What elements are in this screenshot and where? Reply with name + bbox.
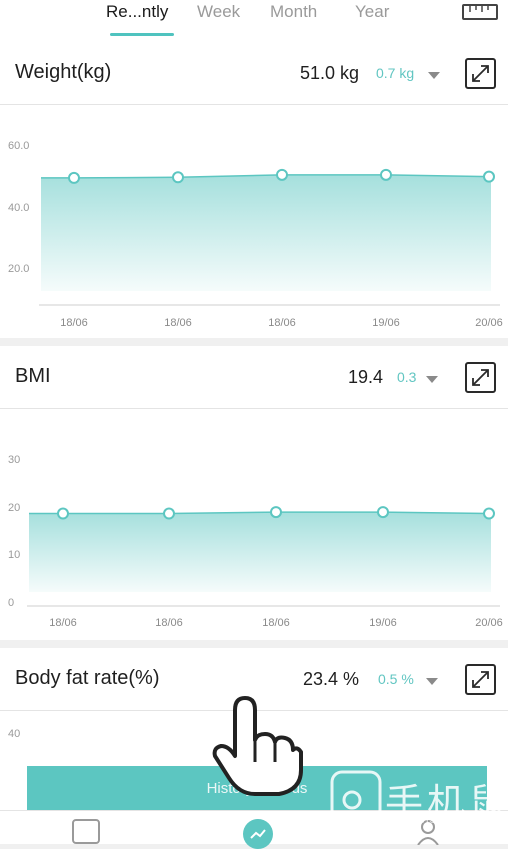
x-tick-label: 18/06: [49, 617, 77, 629]
bmi-title: BMI: [15, 365, 51, 387]
weight-chart: 20.0 40.0 60.0 18/06 18/06 18/06 19/06 20/06: [0, 104, 508, 338]
period-tabs: Re...ntly Week Month Year: [0, 0, 508, 43]
y-tick-label: 60.0: [8, 140, 29, 152]
body-fat-delta: 0.5 %: [378, 671, 414, 687]
weight-chart-svg: 20.0 40.0 60.0 18/06 18/06 18/06 19/06 20/06: [8, 140, 503, 329]
chevron-down-icon[interactable]: [426, 376, 438, 383]
y-tick-label: 30: [8, 454, 20, 466]
bmi-chart: 0 10 20 30 18/06 18/06 18/06 19/06 20/06: [0, 408, 508, 640]
expand-icon[interactable]: [465, 664, 496, 695]
data-point: [377, 506, 389, 519]
data-point: [380, 168, 392, 181]
bmi-card-header: BMI 19.4 0.3: [0, 346, 508, 409]
y-tick-label: 40: [8, 728, 20, 740]
data-point: [68, 171, 80, 184]
x-tick-label: 19/06: [369, 617, 397, 629]
expand-icon[interactable]: [465, 58, 496, 89]
weight-value: 51.0 kg: [300, 63, 360, 83]
y-tick-label: 40.0: [8, 202, 29, 214]
scale-icon[interactable]: [72, 819, 100, 844]
x-tick-label: 18/06: [60, 317, 88, 329]
tab-recently[interactable]: Re...ntly: [106, 2, 168, 22]
data-point: [483, 170, 495, 183]
trend-icon[interactable]: [243, 819, 273, 849]
x-tick-label: 19/06: [372, 317, 400, 329]
tab-month[interactable]: Month: [270, 2, 317, 22]
data-point: [57, 507, 69, 520]
x-tick-label: 20/06: [475, 317, 503, 329]
bmi-delta: 0.3: [397, 369, 417, 385]
bmi-card: BMI 19.4 0.3 0 10 20 30 18/06 18/06 18/06 19/06…: [0, 346, 508, 640]
y-tick-label: 20: [8, 502, 20, 514]
active-tab-indicator: [110, 33, 174, 36]
data-point: [163, 507, 175, 520]
tab-year[interactable]: Year: [355, 2, 389, 22]
expand-icon[interactable]: [465, 362, 496, 393]
weight-card: Weight(kg) 51.0 kg 0.7 kg 20.0 40.0 60.0 18…: [0, 42, 508, 338]
data-point: [276, 168, 288, 181]
data-point: [270, 506, 282, 519]
chevron-down-icon[interactable]: [426, 678, 438, 685]
x-tick-label: 18/06: [268, 317, 296, 329]
body-fat-value: 23.4 %: [303, 669, 360, 689]
bmi-chart-svg: 0 10 20 30 18/06 18/06 18/06 19/06 20/06: [8, 454, 503, 629]
x-tick-label: 18/06: [164, 317, 192, 329]
pointing-hand-icon: [212, 696, 303, 796]
bmi-value: 19.4: [348, 367, 384, 387]
y-tick-label: 0: [8, 597, 14, 609]
app-screen: Re...ntly Week Month Year Weight(kg) 51.…: [0, 0, 508, 849]
data-point: [172, 171, 184, 184]
chevron-down-icon[interactable]: [428, 72, 440, 79]
x-tick-label: 18/06: [262, 617, 290, 629]
body-fat-title: Body fat rate(%): [15, 667, 160, 689]
series-area: [29, 512, 491, 592]
y-tick-label: 20.0: [8, 263, 29, 275]
weight-delta: 0.7 kg: [376, 65, 415, 81]
data-point: [483, 507, 495, 520]
ruler-icon[interactable]: [462, 4, 498, 20]
tab-week[interactable]: Week: [197, 2, 240, 22]
weight-title: Weight(kg): [15, 61, 112, 83]
x-tick-label: 18/06: [155, 617, 183, 629]
y-tick-label: 10: [8, 549, 20, 561]
x-tick-label: 20/06: [475, 617, 503, 629]
weight-card-header: Weight(kg) 51.0 kg 0.7 kg: [0, 42, 508, 105]
watermark-sub: SHOUJISHU.COM: [387, 815, 484, 826]
series-area: [41, 174, 491, 291]
